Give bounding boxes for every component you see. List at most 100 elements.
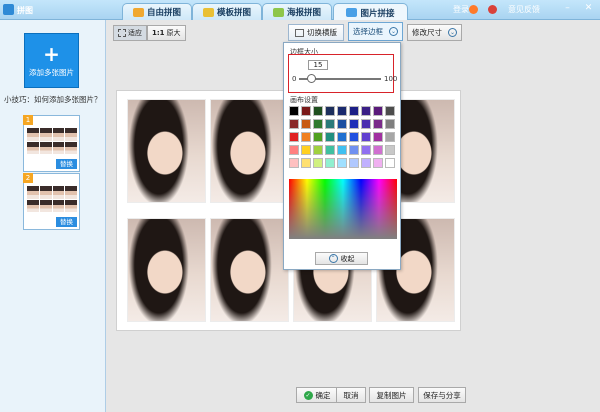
canvas-settings-label: 画布设置 <box>290 96 318 104</box>
tab-label: 图片拼接 <box>360 8 395 19</box>
thumb-preview <box>27 128 77 154</box>
color-swatch[interactable] <box>289 106 299 116</box>
color-swatch[interactable] <box>337 132 347 142</box>
resize-button[interactable]: 修改尺寸 ⌄ <box>407 24 462 41</box>
color-swatch[interactable] <box>361 158 371 168</box>
color-swatch[interactable] <box>373 119 383 129</box>
border-size-value[interactable]: 15 <box>308 60 328 70</box>
color-swatch[interactable] <box>337 119 347 129</box>
color-swatch[interactable] <box>325 158 335 168</box>
user-avatar-icon[interactable] <box>469 5 478 14</box>
tab-free-collage[interactable]: 自由拼图 <box>122 3 192 20</box>
color-swatch[interactable] <box>337 158 347 168</box>
thumb-number: 2 <box>23 173 33 183</box>
color-swatch[interactable] <box>361 106 371 116</box>
copy-image-button[interactable]: 复制图片 <box>369 387 414 403</box>
cancel-button[interactable]: 取消 <box>336 387 366 403</box>
image-thumb[interactable]: 1 替换 <box>23 115 80 172</box>
color-spectrum-picker[interactable] <box>289 179 397 239</box>
window-title: 拼图 <box>17 6 33 15</box>
switch-orientation-button[interactable]: 切换横版 <box>288 24 344 41</box>
collage-photo[interactable] <box>210 218 289 322</box>
collapse-button[interactable]: ⌃ 收起 <box>315 252 368 265</box>
color-swatch[interactable] <box>337 145 347 155</box>
chevron-down-icon: ⌄ <box>389 27 398 36</box>
fit-button[interactable]: 适应 <box>113 25 147 41</box>
color-swatch[interactable] <box>301 158 311 168</box>
border-settings-popup: 边框大小 15 0 100 画布设置 ⌃ 收起 <box>283 42 401 270</box>
color-swatch[interactable] <box>361 119 371 129</box>
tab-template-collage[interactable]: 模板拼图 <box>192 3 262 20</box>
close-button[interactable]: ✕ <box>583 3 594 14</box>
color-swatch[interactable] <box>349 119 359 129</box>
add-images-button[interactable]: + 添加多张图片 <box>24 33 79 88</box>
collage-photo[interactable] <box>210 99 289 203</box>
border-label: 选择边框 <box>353 27 383 36</box>
color-swatch[interactable] <box>385 145 395 155</box>
color-swatch[interactable] <box>349 132 359 142</box>
color-swatch[interactable] <box>325 119 335 129</box>
color-swatch[interactable] <box>325 106 335 116</box>
plus-icon: + <box>43 41 60 66</box>
color-swatch[interactable] <box>301 119 311 129</box>
color-swatch[interactable] <box>313 119 323 129</box>
orientation-icon <box>295 28 304 37</box>
original-size-button[interactable]: 1:1 原大 <box>147 25 186 41</box>
poster-collage-icon <box>272 7 284 17</box>
color-swatch[interactable] <box>373 158 383 168</box>
color-swatch[interactable] <box>289 132 299 142</box>
color-swatch[interactable] <box>349 158 359 168</box>
tab-label: 海报拼图 <box>286 8 321 18</box>
color-swatch[interactable] <box>313 106 323 116</box>
app-icon <box>3 4 14 15</box>
color-swatch[interactable] <box>361 132 371 142</box>
login-link[interactable]: 登录 <box>453 4 469 15</box>
color-swatch[interactable] <box>385 132 395 142</box>
tab-poster-collage[interactable]: 海报拼图 <box>262 3 332 20</box>
color-swatch[interactable] <box>289 119 299 129</box>
color-swatch[interactable] <box>325 145 335 155</box>
thumb-number: 1 <box>23 115 33 125</box>
fit-label: 适应 <box>128 29 142 37</box>
minimize-button[interactable]: – <box>562 3 573 14</box>
chevron-up-icon: ⌃ <box>328 254 338 263</box>
color-swatch[interactable] <box>301 132 311 142</box>
color-swatch[interactable] <box>385 119 395 129</box>
color-swatch[interactable] <box>325 132 335 142</box>
color-swatch[interactable] <box>385 158 395 168</box>
color-swatch[interactable] <box>373 132 383 142</box>
color-swatch[interactable] <box>301 106 311 116</box>
color-swatch[interactable] <box>289 158 299 168</box>
tab-label: 模板拼图 <box>216 8 251 18</box>
collage-photo[interactable] <box>127 99 206 203</box>
color-swatch[interactable] <box>349 106 359 116</box>
fit-icon <box>118 29 126 37</box>
color-swatch[interactable] <box>373 145 383 155</box>
color-swatch[interactable] <box>313 132 323 142</box>
save-share-button[interactable]: 保存与分享 <box>418 387 466 403</box>
add-images-label: 添加多张图片 <box>29 67 74 77</box>
color-swatch[interactable] <box>385 106 395 116</box>
color-swatch[interactable] <box>313 158 323 168</box>
highlight-box <box>288 54 394 93</box>
choose-border-button[interactable]: 选择边框 ⌄ <box>348 22 403 41</box>
color-swatch[interactable] <box>301 145 311 155</box>
feedback-link[interactable]: 意见反馈 <box>508 4 540 15</box>
image-thumb[interactable]: 2 替换 <box>23 173 80 230</box>
color-swatch[interactable] <box>313 145 323 155</box>
tip-link[interactable]: 小技巧：如何添加多张图片？ <box>4 94 102 105</box>
template-collage-icon <box>202 7 214 17</box>
tab-image-stitch[interactable]: 图片拼接 <box>333 3 408 21</box>
color-swatch[interactable] <box>349 145 359 155</box>
image-stitch-icon <box>346 8 358 17</box>
color-swatch[interactable] <box>373 106 383 116</box>
color-swatch[interactable] <box>337 106 347 116</box>
replace-button[interactable]: 替换 <box>56 217 77 227</box>
title-bar: 拼图 自由拼图 模板拼图 海报拼图 图片拼接 登录 意见反馈 – ✕ <box>0 0 600 21</box>
collage-photo[interactable] <box>127 218 206 322</box>
confirm-button[interactable]: ✓ 确定 <box>296 387 338 403</box>
replace-button[interactable]: 替换 <box>56 159 77 169</box>
skin-icon[interactable] <box>488 5 497 14</box>
color-swatch[interactable] <box>361 145 371 155</box>
color-swatch[interactable] <box>289 145 299 155</box>
